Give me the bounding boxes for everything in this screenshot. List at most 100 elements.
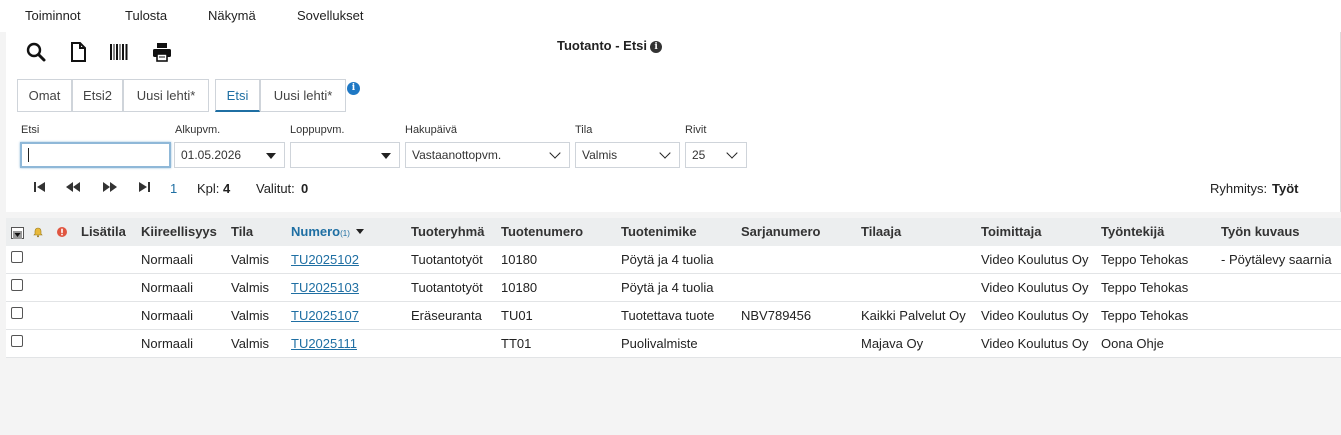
tab-etsi2[interactable]: Etsi2	[72, 79, 123, 112]
rows-label: Rivit	[685, 124, 707, 136]
menu-tulosta[interactable]: Tulosta	[125, 8, 167, 23]
page-number[interactable]: 1	[170, 181, 177, 196]
chevron-down-icon	[659, 147, 671, 159]
sort-descending-icon	[355, 229, 364, 234]
first-page-icon[interactable]	[33, 180, 47, 194]
status-select[interactable]: Valmis	[575, 142, 680, 168]
cell-tilaaja: Kaikki Palvelut Oy	[861, 308, 966, 323]
cell-toimittaja: Video Koulutus Oy	[981, 280, 1089, 295]
cell-tuotenumero: TT01	[501, 336, 532, 351]
date-type-value: Vastaanottopvm.	[412, 148, 502, 162]
cell-tilaaja: Majava Oy	[861, 336, 924, 351]
column-tuoteryhma[interactable]: Tuoteryhmä	[411, 224, 484, 239]
cell-numero-link[interactable]: TU2025103	[291, 280, 359, 295]
cell-tuotenumero: TU01	[501, 308, 533, 323]
cell-tuoteryhma: Tuotantotyöt	[411, 252, 483, 267]
cell-numero-link[interactable]: TU2025111	[291, 336, 357, 351]
chevron-down-icon	[726, 147, 738, 159]
date-type-label: Hakupäivä	[405, 124, 457, 136]
cell-tyontekija: Teppo Tehokas	[1101, 280, 1189, 295]
status-value: Valmis	[582, 148, 618, 162]
barcode-icon[interactable]	[108, 41, 130, 63]
print-icon[interactable]	[151, 41, 173, 63]
cell-tila: Valmis	[231, 252, 270, 267]
new-document-icon[interactable]	[67, 41, 89, 63]
menu-toiminnot[interactable]: Toiminnot	[25, 8, 81, 23]
cell-kiireellisyys: Normaali	[141, 336, 194, 351]
row-checkbox[interactable]	[11, 335, 23, 347]
cell-tila: Valmis	[231, 280, 270, 295]
notification-icon	[32, 226, 44, 241]
alert-icon	[56, 226, 68, 241]
column-tuotenumero[interactable]: Tuotenumero	[501, 224, 583, 239]
cell-numero-link[interactable]: TU2025107	[291, 308, 359, 323]
search-icon[interactable]	[25, 41, 47, 63]
end-date-field[interactable]	[290, 142, 400, 168]
cell-tyon-kuvaus: - Pöytälevy saarnia	[1221, 252, 1332, 267]
selected-label: Valitut:	[256, 181, 295, 196]
column-tila[interactable]: Tila	[231, 224, 253, 239]
cell-tuoteryhma: Tuotantotyöt	[411, 280, 483, 295]
table-row[interactable]: Normaali Valmis TU2025102 Tuotantotyöt 1…	[6, 246, 1341, 274]
caret-down-icon[interactable]	[266, 153, 276, 159]
caret-down-icon[interactable]	[381, 153, 391, 159]
row-checkbox[interactable]	[11, 251, 23, 263]
cell-kiireellisyys: Normaali	[141, 308, 194, 323]
column-tuotenimike[interactable]: Tuotenimike	[621, 224, 697, 239]
cell-numero-link[interactable]: TU2025102	[291, 252, 359, 267]
column-tilaaja[interactable]: Tilaaja	[861, 224, 901, 239]
cell-tuotenimike: Tuotettava tuote	[621, 308, 715, 323]
grouping-value[interactable]: Työt	[1272, 181, 1298, 196]
last-page-icon[interactable]	[137, 180, 151, 194]
menu-nakyma[interactable]: Näkymä	[208, 8, 256, 23]
cell-tuotenimike: Pöytä ja 4 tuolia	[621, 252, 714, 267]
search-input[interactable]	[20, 142, 171, 168]
column-toimittaja[interactable]: Toimittaja	[981, 224, 1041, 239]
column-tyon-kuvaus[interactable]: Työn kuvaus	[1221, 224, 1300, 239]
tab-omat[interactable]: Omat	[17, 79, 72, 112]
cell-tuotenimike: Puolivalmiste	[621, 336, 698, 351]
column-numero-label: Numero	[291, 224, 341, 239]
tab-etsi[interactable]: Etsi	[215, 79, 260, 112]
selected-value: 0	[301, 181, 309, 196]
cell-toimittaja: Video Koulutus Oy	[981, 336, 1089, 351]
row-checkbox[interactable]	[11, 279, 23, 291]
rows-value: 25	[692, 148, 706, 162]
column-numero[interactable]: Numero(1)	[291, 224, 364, 239]
count-label: Kpl:	[197, 181, 220, 196]
cell-kiireellisyys: Normaali	[141, 252, 194, 267]
column-tyontekija[interactable]: Työntekijä	[1101, 224, 1164, 239]
menu-sovellukset[interactable]: Sovellukset	[297, 8, 363, 23]
start-date-value: 01.05.2026	[181, 148, 242, 162]
page-title: Tuotanto - Etsi i	[557, 38, 663, 53]
table-header: Lisätila Kiireellisyys Tila Numero(1) Tu…	[6, 218, 1341, 246]
cell-tyontekija: Teppo Tehokas	[1101, 252, 1189, 267]
table-row[interactable]: Normaali Valmis TU2025111 TT01 Puolivalm…	[6, 330, 1341, 358]
date-type-select[interactable]: Vastaanottopvm.	[405, 142, 570, 168]
tab-uusi-lehti-1[interactable]: Uusi lehti*	[123, 79, 209, 112]
table-row[interactable]: Normaali Valmis TU2025107 Eräseuranta TU…	[6, 302, 1341, 330]
cell-tila: Valmis	[231, 308, 270, 323]
cell-tuotenimike: Pöytä ja 4 tuolia	[621, 280, 714, 295]
tab-uusi-lehti-2[interactable]: Uusi lehti*	[260, 79, 346, 112]
table-row[interactable]: Normaali Valmis TU2025103 Tuotantotyöt 1…	[6, 274, 1341, 302]
end-date-label: Loppupvm.	[290, 124, 345, 136]
select-all-checkbox[interactable]	[11, 227, 24, 239]
text-cursor	[28, 148, 29, 162]
cell-tila: Valmis	[231, 336, 270, 351]
cell-tuoteryhma: Eräseuranta	[411, 308, 482, 323]
column-sarjanumero[interactable]: Sarjanumero	[741, 224, 820, 239]
column-kiireellisyys[interactable]: Kiireellisyys	[141, 224, 217, 239]
previous-page-icon[interactable]	[65, 180, 81, 194]
cell-toimittaja: Video Koulutus Oy	[981, 308, 1089, 323]
rows-select[interactable]: 25	[685, 142, 747, 168]
tabs-info-icon[interactable]: i	[347, 82, 360, 95]
next-page-icon[interactable]	[102, 180, 118, 194]
row-checkbox[interactable]	[11, 307, 23, 319]
column-lisatila[interactable]: Lisätila	[81, 224, 126, 239]
start-date-field[interactable]: 01.05.2026	[174, 142, 285, 168]
cell-tyontekija: Oona Ohje	[1101, 336, 1164, 351]
info-icon[interactable]: i	[650, 41, 663, 53]
count-value: 4	[223, 181, 231, 196]
search-label: Etsi	[21, 124, 40, 136]
